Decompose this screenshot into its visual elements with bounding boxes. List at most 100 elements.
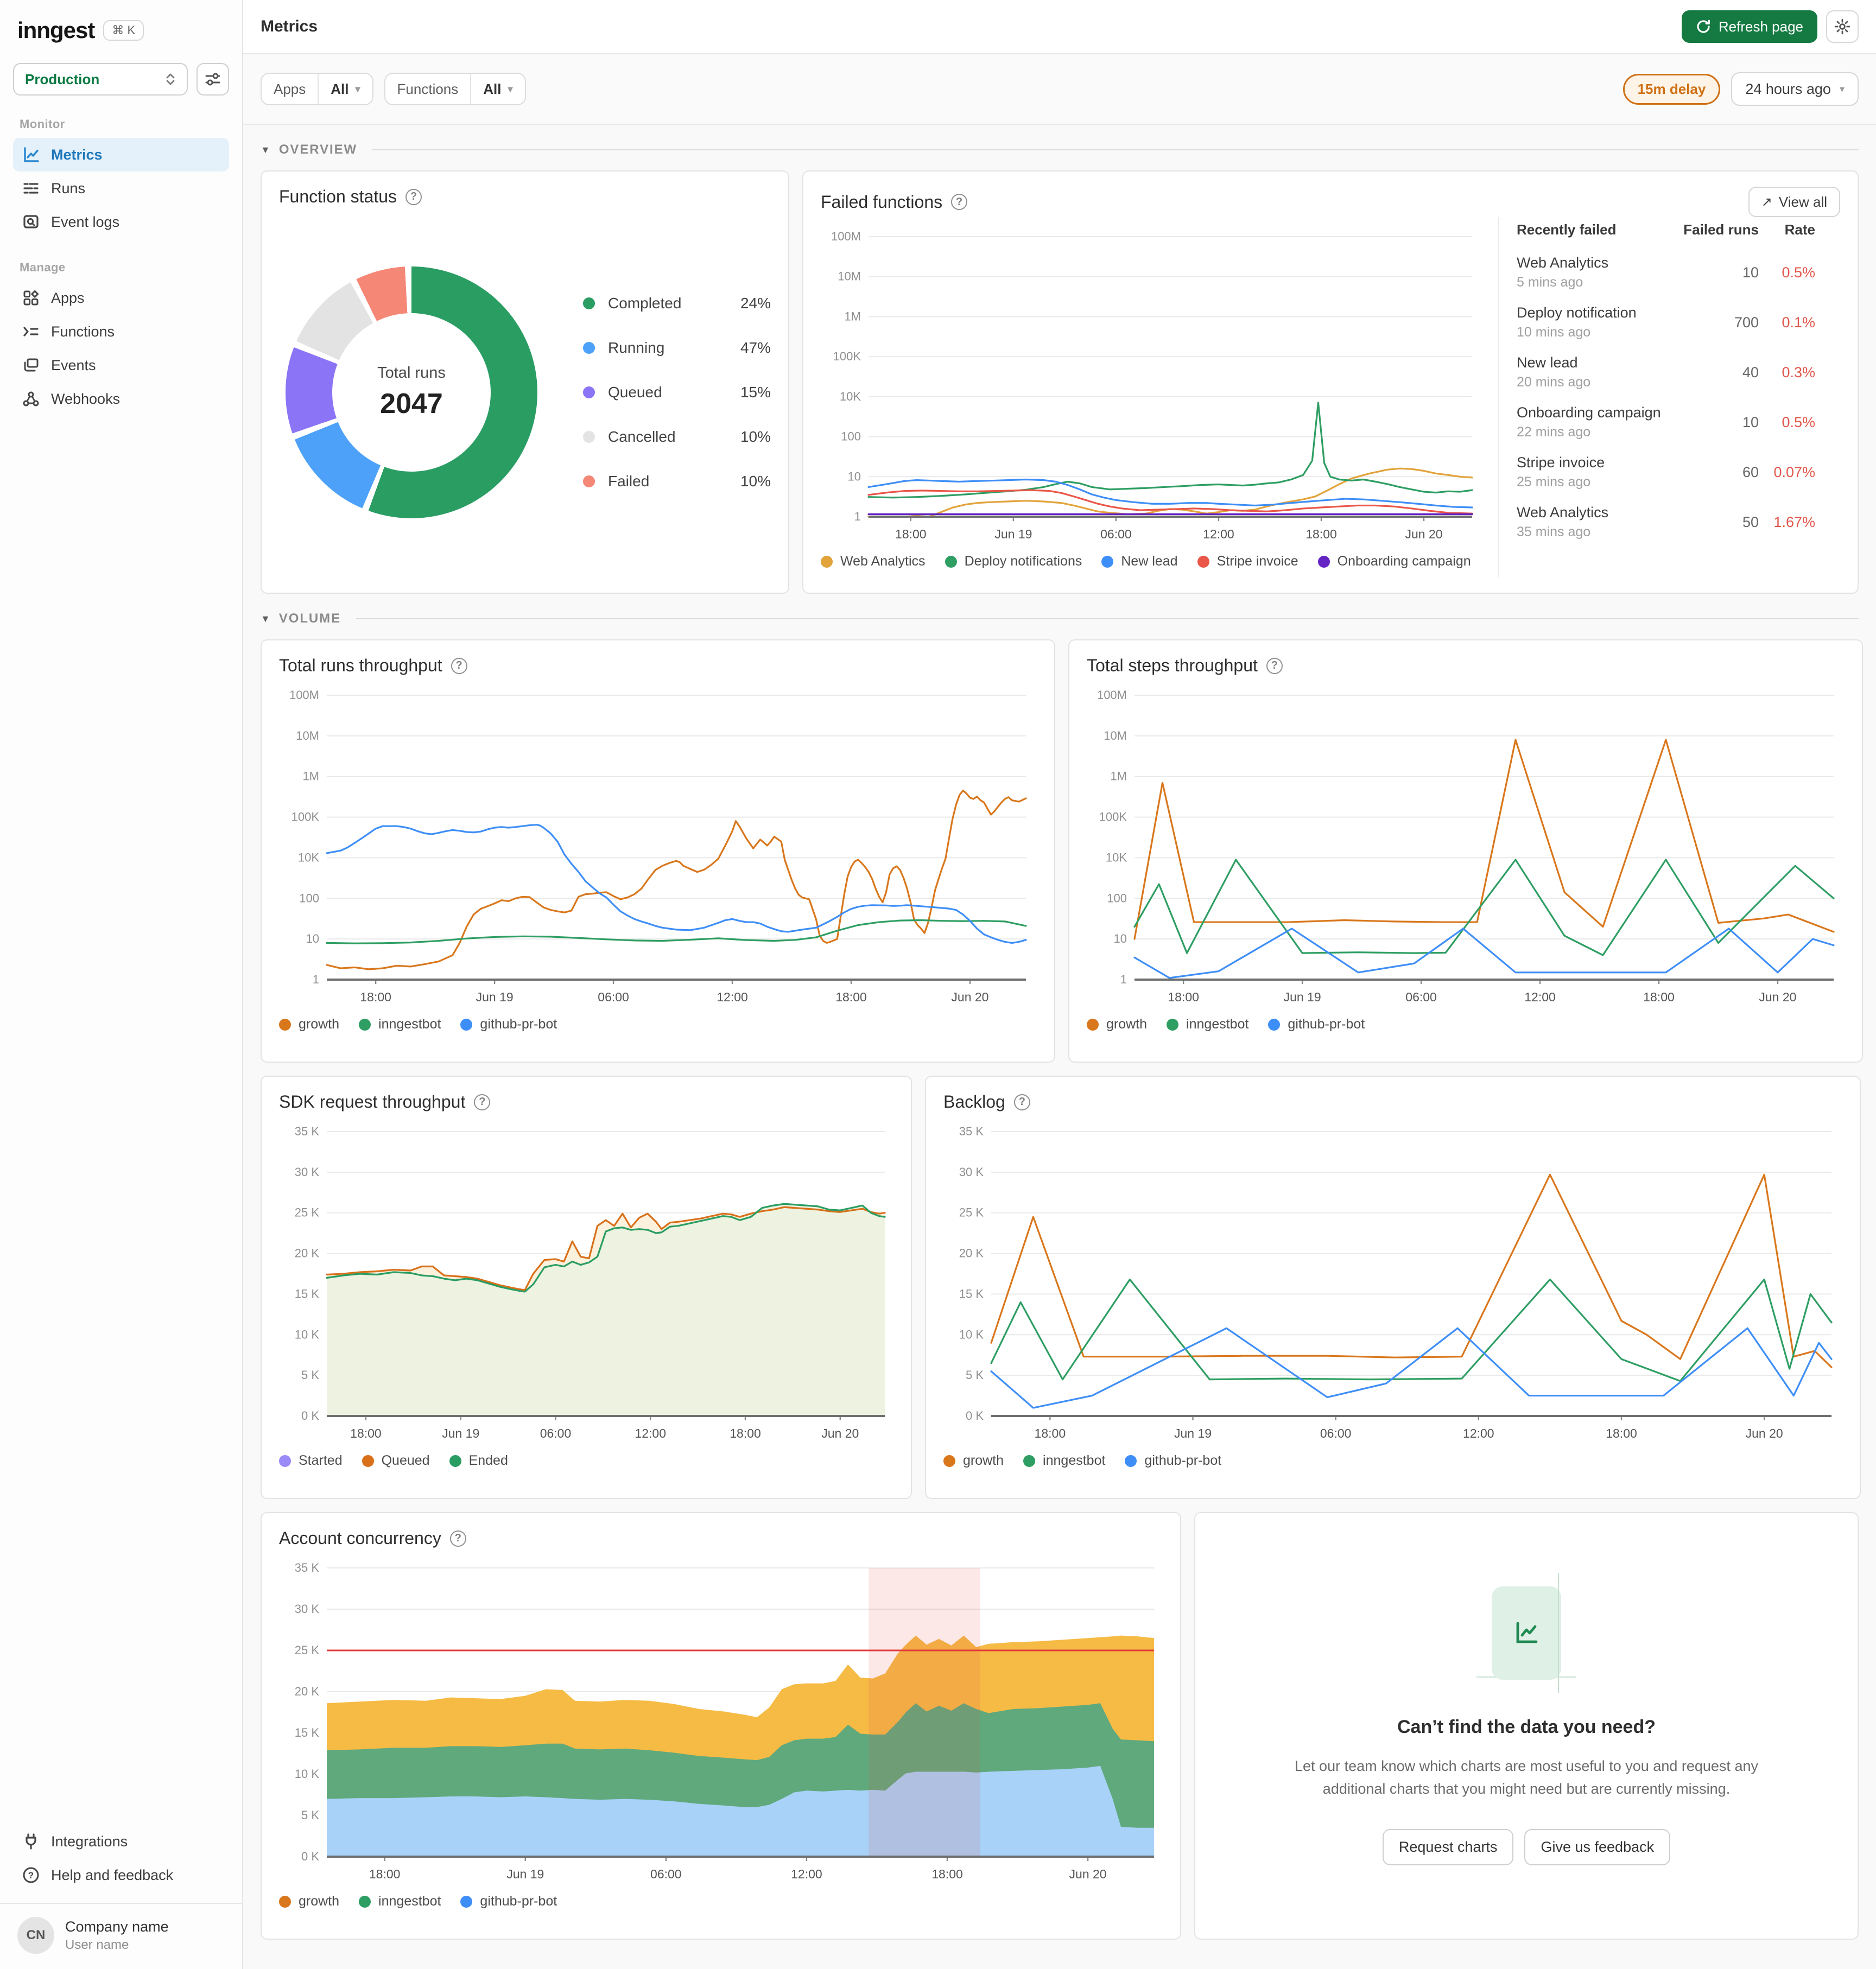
apps-filter-value: All <box>331 80 349 97</box>
sdk-request-chart: 0 K 5 K 10 K 15 K 20 K 25 K 30 K 35 K 18:00 Jun 1… <box>295 1125 886 1440</box>
svg-text:15 K: 15 K <box>295 1726 320 1739</box>
card-title: Total steps throughput <box>1087 656 1258 675</box>
legend-item[interactable]: New lead <box>1101 554 1178 569</box>
avatar: CN <box>17 1917 54 1954</box>
apps-filter[interactable]: Apps All ▾ <box>261 73 373 105</box>
sidebar-item-event-logs[interactable]: Event logs <box>13 205 229 239</box>
help-tooltip-icon[interactable]: ? <box>1266 657 1283 674</box>
svg-text:1M: 1M <box>302 770 319 783</box>
overview-section-header[interactable]: ▼ OVERVIEW <box>261 142 1859 157</box>
help-tooltip-icon[interactable]: ? <box>951 194 968 210</box>
volume-section-header[interactable]: ▼ VOLUME <box>261 611 1859 626</box>
legend-item[interactable]: inngestbot <box>1023 1453 1105 1469</box>
svg-text:30 K: 30 K <box>295 1165 320 1179</box>
chart-request-illustration <box>1476 1573 1576 1693</box>
svg-text:0 K: 0 K <box>301 1409 319 1422</box>
sidebar-item-functions[interactable]: Functions <box>13 315 229 348</box>
sidebar-item-integrations[interactable]: Integrations <box>13 1825 229 1858</box>
legend-item[interactable]: inngestbot <box>359 1894 441 1909</box>
functions-filter[interactable]: Functions All ▾ <box>384 73 526 105</box>
company-name: Company name <box>65 1918 169 1935</box>
topbar: Metrics Refresh page <box>243 0 1876 54</box>
svg-text:1M: 1M <box>1110 770 1127 783</box>
legend-item[interactable]: github-pr-bot <box>460 1017 557 1032</box>
time-range-select[interactable]: 24 hours ago ▾ <box>1731 72 1859 106</box>
help-circle-icon: ? <box>23 1867 39 1883</box>
account-menu[interactable]: CN Company name User name <box>13 1904 229 1969</box>
legend-item[interactable]: Onboarding campaign <box>1317 554 1471 569</box>
help-tooltip-icon[interactable]: ? <box>451 657 467 674</box>
refresh-page-button[interactable]: Refresh page <box>1681 10 1817 43</box>
svg-text:10: 10 <box>848 469 861 483</box>
legend-item[interactable]: growth <box>943 1453 1004 1469</box>
collapse-triangle-icon: ▼ <box>261 613 270 624</box>
legend-item[interactable]: github-pr-bot <box>1125 1453 1221 1469</box>
failed-function-row[interactable]: Deploy notification 10 mins ago 700 0.1% <box>1517 304 1815 340</box>
account-concurrency-card: Account concurrency ? 0 K 5 K 10 K 15 K 20 K… <box>261 1512 1181 1940</box>
chevron-down-icon: ▾ <box>1839 83 1845 94</box>
legend-item[interactable]: Stripe invoice <box>1197 554 1298 569</box>
sidebar-item-webhooks[interactable]: Webhooks <box>13 382 229 416</box>
sidebar-item-events[interactable]: Events <box>13 348 229 382</box>
svg-text:Jun 20: Jun 20 <box>951 990 988 1004</box>
legend-item[interactable]: Web Analytics <box>821 554 926 569</box>
command-k-shortcut[interactable]: ⌘ K <box>103 20 144 41</box>
env-filter-button[interactable] <box>197 63 229 96</box>
svg-text:18:00: 18:00 <box>360 990 391 1004</box>
svg-text:Jun 19: Jun 19 <box>994 527 1032 541</box>
legend-item[interactable]: github-pr-bot <box>1268 1017 1365 1032</box>
svg-text:06:00: 06:00 <box>1100 527 1132 541</box>
help-tooltip-icon[interactable]: ? <box>449 1530 466 1547</box>
svg-text:25 K: 25 K <box>295 1206 320 1219</box>
failed-time: 20 mins ago <box>1517 374 1591 390</box>
failed-function-row[interactable]: Web Analytics 5 mins ago 10 0.5% <box>1517 255 1815 290</box>
help-tooltip-icon[interactable]: ? <box>405 188 422 205</box>
give-feedback-button[interactable]: Give us feedback <box>1524 1828 1671 1865</box>
legend-item[interactable]: growth <box>279 1894 339 1909</box>
failed-function-row[interactable]: Onboarding campaign 22 mins ago 10 0.5% <box>1517 404 1815 440</box>
sidebar-item-apps[interactable]: Apps <box>13 281 229 315</box>
sidebar-item-metrics[interactable]: Metrics <box>13 138 229 172</box>
legend-item[interactable]: inngestbot <box>1167 1017 1248 1032</box>
legend-item[interactable]: Ended <box>449 1453 508 1469</box>
svg-text:25 K: 25 K <box>295 1643 320 1657</box>
updown-chevron-icon <box>166 73 175 85</box>
failed-functions-chart-legend: Web Analytics Deploy notifications New lea… <box>821 554 1483 569</box>
help-tooltip-icon[interactable]: ? <box>474 1094 491 1110</box>
sidebar-item-help[interactable]: ? Help and feedback <box>13 1858 229 1892</box>
legend-item[interactable]: Deploy notifications <box>945 554 1082 569</box>
svg-text:18:00: 18:00 <box>1643 990 1675 1004</box>
legend-dot <box>1087 1018 1099 1031</box>
legend-label: Onboarding campaign <box>1337 554 1471 569</box>
failed-function-row[interactable]: Stripe invoice 25 mins ago 60 0.07% <box>1517 454 1815 490</box>
help-tooltip-icon[interactable]: ? <box>1013 1094 1030 1110</box>
function-name: Web Analytics <box>1517 255 1609 271</box>
legend-item[interactable]: github-pr-bot <box>460 1894 557 1909</box>
svg-text:100M: 100M <box>289 688 319 702</box>
legend-item[interactable]: growth <box>279 1017 339 1032</box>
sidebar-item-runs[interactable]: Runs <box>13 172 229 205</box>
total-runs-chart-legend: growth inngestbot github-pr-bot <box>279 1017 1037 1032</box>
legend-label: github-pr-bot <box>480 1894 557 1909</box>
failed-function-row[interactable]: Web Analytics 35 mins ago 50 1.67% <box>1517 504 1815 540</box>
legend-dot <box>460 1018 473 1031</box>
legend-item[interactable]: Queued <box>362 1453 430 1469</box>
legend-label: github-pr-bot <box>480 1017 557 1032</box>
account-concurrency-chart-legend: growth inngestbot github-pr-bot <box>279 1894 1163 1909</box>
request-charts-button[interactable]: Request charts <box>1382 1828 1514 1865</box>
failed-function-row[interactable]: New lead 20 mins ago 40 0.3% <box>1517 354 1815 390</box>
sidebar-item-label: Metrics <box>51 146 103 163</box>
function-name: Web Analytics <box>1517 504 1609 520</box>
view-all-button[interactable]: ↗ View all <box>1748 187 1840 217</box>
logo-row: inngest ⌘ K <box>13 15 229 46</box>
svg-text:10K: 10K <box>1106 850 1127 864</box>
legend-item[interactable]: growth <box>1087 1017 1147 1032</box>
legend-item[interactable]: inngestbot <box>359 1017 441 1032</box>
svg-text:25 K: 25 K <box>959 1206 984 1219</box>
environment-select[interactable]: Production <box>13 63 188 96</box>
svg-text:35 K: 35 K <box>295 1561 320 1574</box>
col-rate: Rate <box>1784 221 1815 238</box>
svg-text:100: 100 <box>299 891 319 905</box>
settings-button[interactable] <box>1826 10 1859 43</box>
legend-item[interactable]: Started <box>279 1453 343 1469</box>
